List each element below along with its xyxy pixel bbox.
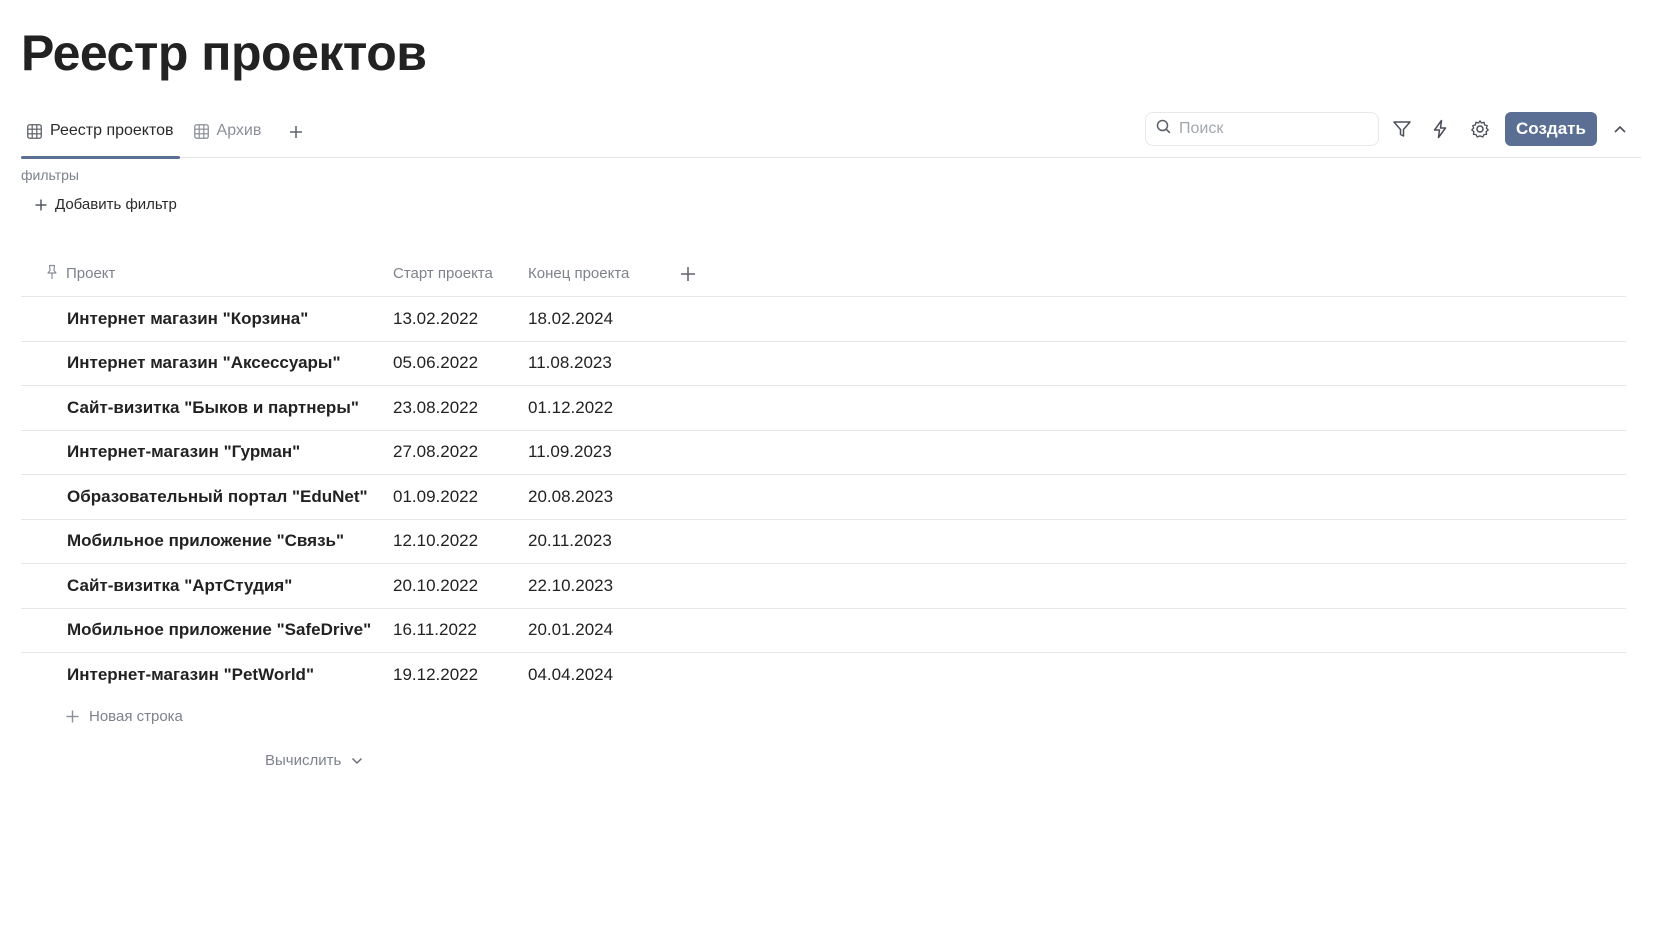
- table-icon: [193, 123, 209, 139]
- filter-icon: [1393, 121, 1411, 137]
- pin-icon: [46, 264, 58, 284]
- search-box[interactable]: [1145, 112, 1379, 146]
- column-header-end[interactable]: Конец проекта: [528, 265, 668, 282]
- plus-icon: [290, 126, 303, 138]
- tab-label: Архив: [216, 122, 262, 139]
- cell-project[interactable]: Мобильное приложение "SafeDrive": [21, 620, 393, 640]
- cell-project[interactable]: Интернет магазин "Корзина": [21, 309, 393, 329]
- view-toolbar: Реестр проектов Архив Создать: [21, 108, 1641, 159]
- cell-end[interactable]: 20.11.2023: [528, 531, 668, 551]
- cell-start[interactable]: 01.09.2022: [393, 487, 528, 507]
- add-column-button[interactable]: [668, 266, 708, 282]
- cell-end[interactable]: 22.10.2023: [528, 576, 668, 596]
- table-row[interactable]: Мобильное приложение "SafeDrive" 16.11.2…: [21, 609, 1626, 653]
- table-row[interactable]: Интернет магазин "Корзина" 13.02.2022 18…: [21, 297, 1626, 342]
- cell-start[interactable]: 19.12.2022: [393, 665, 528, 685]
- view-tabs: Реестр проектов Архив: [21, 108, 311, 159]
- cell-end[interactable]: 11.09.2023: [528, 442, 668, 462]
- table-row[interactable]: Интернет магазин "Аксессуары" 05.06.2022…: [21, 342, 1626, 386]
- cell-end[interactable]: 20.08.2023: [528, 487, 668, 507]
- tab-project-registry[interactable]: Реестр проектов: [21, 108, 180, 159]
- page-title: Реестр проектов: [21, 25, 427, 81]
- calculate-dropdown[interactable]: Вычислить: [265, 752, 363, 769]
- lightning-icon: [1433, 119, 1447, 139]
- tab-label: Реестр проектов: [50, 122, 174, 139]
- cell-start[interactable]: 27.08.2022: [393, 442, 528, 462]
- cell-start[interactable]: 23.08.2022: [393, 398, 528, 418]
- add-filter-button[interactable]: Добавить фильтр: [35, 196, 177, 213]
- search-icon: [1156, 119, 1171, 139]
- cell-end[interactable]: 01.12.2022: [528, 398, 668, 418]
- cell-project[interactable]: Образовательный портал "EduNet": [21, 487, 393, 507]
- cell-start[interactable]: 12.10.2022: [393, 531, 528, 551]
- filter-button[interactable]: [1391, 118, 1413, 140]
- filters-label: фильтры: [21, 167, 79, 183]
- settings-button[interactable]: [1469, 118, 1491, 140]
- cell-start[interactable]: 20.10.2022: [393, 576, 528, 596]
- plus-icon: [681, 266, 695, 281]
- plus-icon: [66, 710, 79, 723]
- calculate-label: Вычислить: [265, 752, 342, 769]
- table-row[interactable]: Сайт-визитка "Быков и партнеры" 23.08.20…: [21, 386, 1626, 431]
- cell-end[interactable]: 18.02.2024: [528, 309, 668, 329]
- table-row[interactable]: Интернет-магазин "PetWorld" 19.12.2022 0…: [21, 653, 1626, 698]
- table-row[interactable]: Образовательный портал "EduNet" 01.09.20…: [21, 475, 1626, 520]
- plus-icon: [35, 199, 47, 210]
- cell-start[interactable]: 13.02.2022: [393, 309, 528, 329]
- gear-icon: [1471, 120, 1489, 138]
- cell-project[interactable]: Интернет магазин "Аксессуары": [21, 353, 393, 373]
- automation-button[interactable]: [1429, 118, 1451, 140]
- cell-project[interactable]: Сайт-визитка "Быков и партнеры": [21, 398, 393, 418]
- new-row-label: Новая строка: [89, 708, 183, 725]
- cell-end[interactable]: 20.01.2024: [528, 620, 668, 640]
- table-row[interactable]: Интернет-магазин "Гурман" 27.08.2022 11.…: [21, 431, 1626, 475]
- collapse-button[interactable]: [1611, 120, 1629, 138]
- projects-table: Проект Старт проекта Конец проекта Интер…: [21, 251, 1626, 698]
- column-header-project[interactable]: Проект: [21, 264, 393, 284]
- table-header: Проект Старт проекта Конец проекта: [21, 251, 1626, 297]
- cell-end[interactable]: 04.04.2024: [528, 665, 668, 685]
- cell-project[interactable]: Интернет-магазин "Гурман": [21, 442, 393, 462]
- cell-project[interactable]: Мобильное приложение "Связь": [21, 531, 393, 551]
- cell-start[interactable]: 05.06.2022: [393, 353, 528, 373]
- new-row-button[interactable]: Новая строка: [66, 708, 183, 725]
- cell-start[interactable]: 16.11.2022: [393, 620, 528, 640]
- add-filter-label: Добавить фильтр: [55, 196, 177, 213]
- table-row[interactable]: Сайт-визитка "АртСтудия" 20.10.2022 22.1…: [21, 564, 1626, 609]
- search-input[interactable]: [1179, 120, 1359, 138]
- column-header-start[interactable]: Старт проекта: [393, 265, 528, 282]
- chevron-down-icon: [352, 757, 363, 764]
- tab-archive[interactable]: Архив: [188, 108, 268, 158]
- column-header-label: Проект: [66, 265, 116, 282]
- chevron-up-icon: [1614, 125, 1626, 133]
- cell-project[interactable]: Сайт-визитка "АртСтудия": [21, 576, 393, 596]
- cell-project[interactable]: Интернет-магазин "PetWorld": [21, 665, 393, 685]
- create-button[interactable]: Создать: [1505, 112, 1597, 146]
- table-icon: [27, 123, 42, 139]
- add-tab-button[interactable]: [281, 108, 311, 158]
- table-row[interactable]: Мобильное приложение "Связь" 12.10.2022 …: [21, 520, 1626, 564]
- cell-end[interactable]: 11.08.2023: [528, 353, 668, 373]
